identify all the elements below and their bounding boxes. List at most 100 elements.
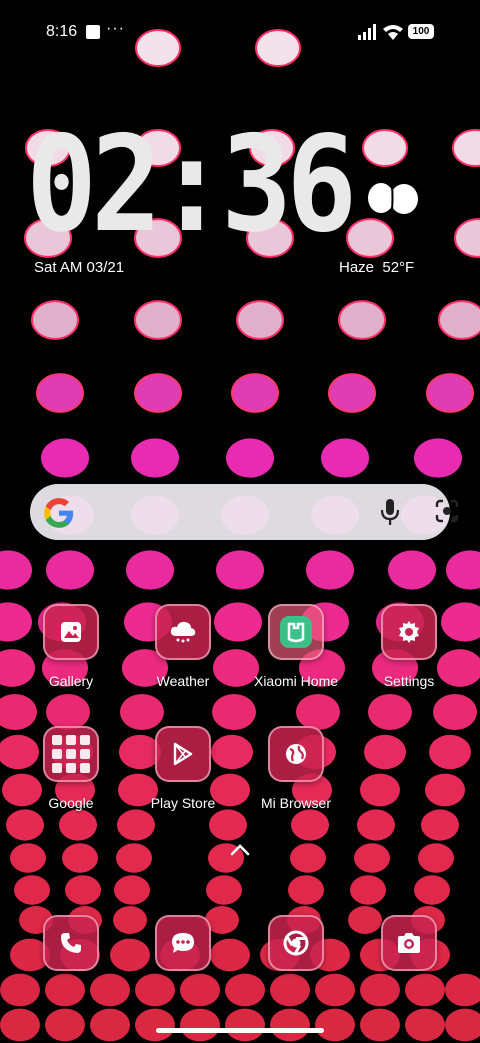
wallpaper-dot <box>445 973 480 1007</box>
wallpaper-dot <box>388 550 436 590</box>
wallpaper-dot <box>31 300 79 340</box>
chevron-up-icon[interactable] <box>229 843 251 857</box>
wallpaper-dot <box>405 1008 445 1042</box>
wallpaper-dot <box>10 843 46 873</box>
app-label: Play Store <box>150 795 216 811</box>
wallpaper-dot <box>414 438 462 478</box>
wallpaper-dot <box>414 875 450 905</box>
xiaomi-home-icon <box>268 604 324 660</box>
wallpaper-dot <box>270 973 310 1007</box>
globe-icon <box>268 726 324 782</box>
wallpaper-dot <box>117 809 155 841</box>
lens-icon[interactable] <box>434 498 460 524</box>
wallpaper-dot <box>0 550 32 590</box>
signal-icon <box>358 24 376 40</box>
wallpaper-dot <box>45 973 85 1007</box>
status-time: 8:16 <box>46 23 78 40</box>
wallpaper-dot <box>445 1008 480 1042</box>
wallpaper-dot <box>288 875 324 905</box>
wallpaper-dot <box>206 875 242 905</box>
wallpaper-dot <box>46 550 94 590</box>
weather-temperature: 52°F <box>382 259 415 276</box>
wallpaper-dot <box>354 843 390 873</box>
chrome-icon <box>268 915 324 971</box>
app-settings[interactable]: Settings <box>353 604 465 689</box>
wallpaper-dot <box>346 218 394 258</box>
status-bar: 8:16 ··· 100 <box>0 20 480 44</box>
wallpaper-dot <box>0 693 37 731</box>
app-label: Google <box>48 795 94 811</box>
wallpaper-dot <box>433 693 477 731</box>
wallpaper-dot <box>270 1008 310 1042</box>
wallpaper-dot <box>315 1008 355 1042</box>
wallpaper-dot <box>364 734 406 770</box>
dock-phone[interactable] <box>15 915 127 971</box>
wallpaper-dot <box>36 373 84 413</box>
clock-date: Sat AM 03/21 <box>34 259 125 276</box>
wallpaper-dot <box>452 128 480 168</box>
wallpaper-dot <box>134 300 182 340</box>
app-label: Xiaomi Home <box>253 673 339 689</box>
app-weather[interactable]: Weather <box>127 604 239 689</box>
wallpaper-dot <box>225 973 265 1007</box>
wallpaper-dot <box>296 693 340 731</box>
wallpaper-dot <box>446 550 480 590</box>
wallpaper-dot <box>306 550 354 590</box>
messages-icon <box>155 915 211 971</box>
wallpaper-dot <box>65 875 101 905</box>
wallpaper-dot <box>180 973 220 1007</box>
wallpaper-dot <box>368 693 412 731</box>
cloud-icon[interactable] <box>366 180 420 216</box>
wallpaper-dot <box>425 773 465 807</box>
wallpaper-dot <box>429 734 471 770</box>
wallpaper-dot <box>14 875 50 905</box>
wallpaper-dot <box>116 843 152 873</box>
wallpaper-dot <box>360 1008 400 1042</box>
folder-icon <box>43 726 99 782</box>
weather-app-icon <box>155 604 211 660</box>
dock-camera[interactable] <box>353 915 465 971</box>
wallpaper-dot <box>350 875 386 905</box>
dock-messages[interactable] <box>127 915 239 971</box>
wallpaper-dot <box>226 438 274 478</box>
wallpaper-dot <box>225 1008 265 1042</box>
wallpaper-dot <box>59 809 97 841</box>
wallpaper-dot <box>114 875 150 905</box>
wallpaper-dot <box>421 809 459 841</box>
wallpaper-dot <box>90 1008 130 1042</box>
wallpaper-dot <box>0 1008 40 1042</box>
app-xiaomi-home[interactable]: Xiaomi Home <box>240 604 352 689</box>
wallpaper-dot <box>321 438 369 478</box>
wallpaper-dot <box>0 973 40 1007</box>
gallery-icon <box>43 604 99 660</box>
wallpaper-dot <box>120 693 164 731</box>
wallpaper-dot <box>360 973 400 1007</box>
play-store-icon <box>155 726 211 782</box>
app-label: Gallery <box>48 673 94 689</box>
gesture-bar[interactable] <box>156 1028 324 1033</box>
battery-icon: 100 <box>408 24 434 39</box>
wallpaper-dot <box>315 973 355 1007</box>
wallpaper-dot <box>180 1008 220 1042</box>
more-notifications-icon: ··· <box>106 20 125 37</box>
wallpaper-dot <box>126 550 174 590</box>
dock-chrome[interactable] <box>240 915 352 971</box>
wallpaper-dot <box>454 218 480 258</box>
wallpaper-dot <box>231 373 279 413</box>
google-search-bar[interactable] <box>30 484 459 540</box>
wallpaper-dot <box>357 809 395 841</box>
app-mi-browser[interactable]: Mi Browser <box>240 726 352 811</box>
wallpaper-dot <box>135 1008 175 1042</box>
camera-icon <box>381 915 437 971</box>
clock-widget[interactable]: 02:36 <box>26 118 357 250</box>
app-gallery[interactable]: Gallery <box>15 604 127 689</box>
weather-summary: Haze 52°F <box>339 259 414 276</box>
app-play-store[interactable]: Play Store <box>127 726 239 811</box>
mic-icon[interactable] <box>379 498 401 526</box>
app-label: Mi Browser <box>260 795 331 811</box>
folder-google[interactable]: Google <box>15 726 127 811</box>
wifi-icon <box>383 25 403 40</box>
wallpaper-dot <box>212 693 256 731</box>
app-label: Settings <box>383 673 435 689</box>
wallpaper-dot <box>438 300 480 340</box>
